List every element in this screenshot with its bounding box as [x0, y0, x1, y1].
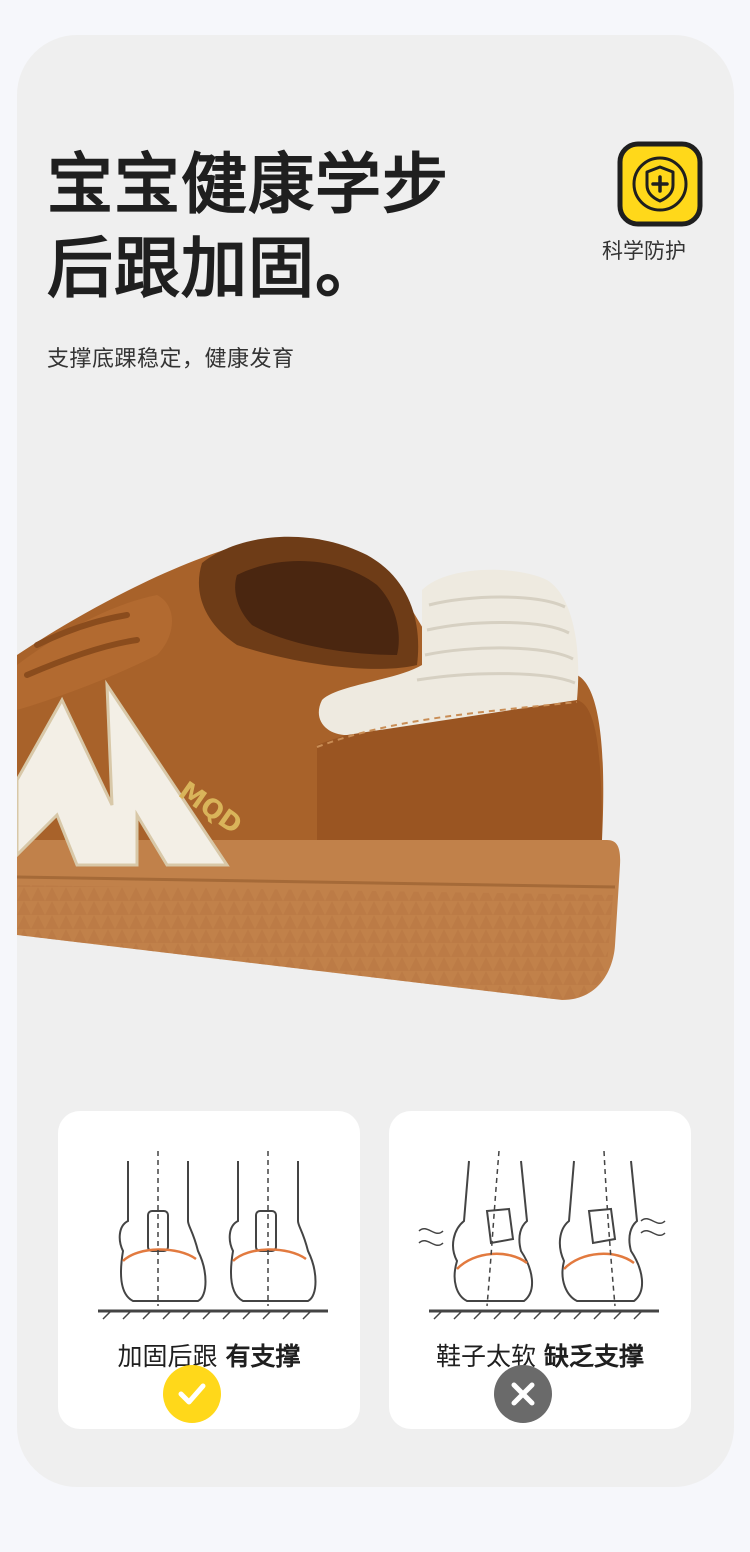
product-card: 宝宝健康学步 后跟加固。 支撑底踝稳定，健康发育 科学防护 MQD 加固后跟 有… [17, 35, 734, 1487]
cross-icon [494, 1365, 552, 1423]
headline-line-1: 宝宝健康学步 [47, 146, 449, 223]
caption-bad-bold: 缺乏支撑 [543, 1342, 644, 1371]
caption-bad: 鞋子太软 缺乏支撑 [389, 1337, 691, 1373]
soft-shoe-illustration [418, 1151, 666, 1320]
headline: 宝宝健康学步 后跟加固。 [47, 143, 449, 311]
caption-good: 加固后跟 有支撑 [58, 1337, 360, 1373]
check-icon [163, 1365, 221, 1423]
shield-plus-icon [617, 141, 703, 227]
heel-support-illustration [98, 1151, 328, 1320]
badge-label: 科学防护 [602, 239, 686, 263]
caption-good-bold: 有支撑 [225, 1342, 301, 1371]
sneaker-image: MQD [17, 536, 621, 1000]
headline-line-2: 后跟加固。 [47, 230, 382, 307]
subtitle: 支撑底踝稳定，健康发育 [47, 347, 295, 372]
